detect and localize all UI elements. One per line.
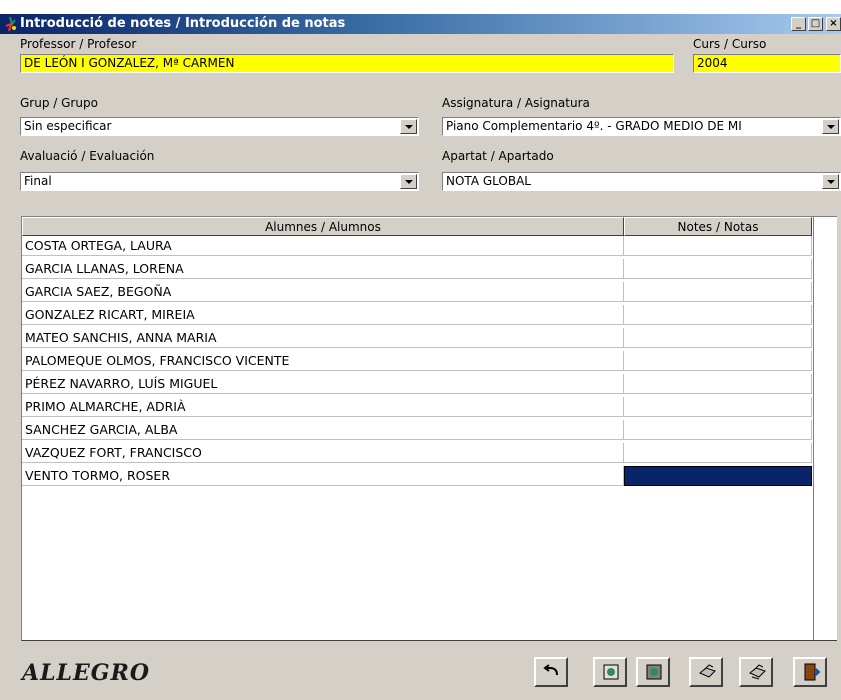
note-cell[interactable]	[624, 420, 812, 440]
note-cell[interactable]	[624, 328, 812, 348]
notes-window: Introducció de notes / Introducción de n…	[0, 0, 841, 700]
minimize-icon: _	[796, 18, 801, 29]
student-name-cell[interactable]: PÉREZ NAVARRO, LUÍS MIGUEL	[22, 374, 624, 394]
note-cell[interactable]	[624, 443, 812, 463]
note-cell[interactable]	[624, 305, 812, 325]
grid-header: Alumnes / Alumnos Notes / Notas	[22, 217, 812, 236]
save-green-icon	[603, 664, 619, 680]
column-header-notes[interactable]: Notes / Notas	[624, 217, 812, 236]
avaluacio-label: Avaluació / Evaluación	[20, 149, 155, 163]
apartat-select[interactable]: NOTA GLOBAL	[442, 172, 841, 191]
grup-select[interactable]: Sin especificar	[20, 117, 419, 136]
table-row[interactable]: COSTA ORTEGA, LAURA	[22, 236, 812, 256]
professor-label: Professor / Profesor	[20, 37, 137, 51]
grup-dropdown-button[interactable]	[400, 119, 417, 134]
assignatura-value: Piano Complementario 4º. - GRADO MEDIO D…	[446, 119, 742, 133]
students-grid[interactable]: Alumnes / Alumnos Notes / Notas COSTA OR…	[21, 216, 837, 641]
save-grey-icon	[646, 664, 662, 680]
table-row[interactable]: MATEO SANCHIS, ANNA MARIA	[22, 328, 812, 348]
maximize-icon: □	[810, 18, 821, 29]
note-cell[interactable]	[624, 374, 812, 394]
chevron-down-icon	[827, 180, 835, 184]
grup-label: Grup / Grupo	[20, 96, 98, 110]
minimize-button[interactable]: _	[791, 17, 806, 31]
note-cell[interactable]	[624, 351, 812, 371]
avaluacio-select[interactable]: Final	[20, 172, 419, 191]
table-row[interactable]: VENTO TORMO, ROSER	[22, 466, 812, 486]
professor-value: DE LEÓN I GONZALEZ, Mª CARMEN	[24, 56, 235, 70]
table-row[interactable]: GONZALEZ RICART, MIREIA	[22, 305, 812, 325]
table-row[interactable]: GARCIA SAEZ, BEGOÑA	[22, 282, 812, 302]
assignatura-label: Assignatura / Asignatura	[442, 96, 590, 110]
chevron-down-icon	[405, 180, 413, 184]
apartat-dropdown-button[interactable]	[822, 174, 839, 189]
print-icon	[699, 664, 716, 678]
exit-door-icon	[804, 663, 821, 681]
student-name-cell[interactable]: GARCIA LLANAS, LORENA	[22, 259, 624, 279]
save-grey-button[interactable]	[636, 657, 670, 687]
logo-text: ALLEGRO	[22, 660, 151, 686]
close-icon: ×	[829, 18, 838, 29]
assignatura-dropdown-button[interactable]	[822, 119, 839, 134]
avaluacio-dropdown-button[interactable]	[400, 174, 417, 189]
exit-button[interactable]	[793, 657, 827, 687]
note-cell[interactable]	[624, 282, 812, 302]
student-name-cell[interactable]: GONZALEZ RICART, MIREIA	[22, 305, 624, 325]
avaluacio-value: Final	[24, 174, 52, 188]
top-strip	[0, 0, 841, 14]
table-row[interactable]: PALOMEQUE OLMOS, FRANCISCO VICENTE	[22, 351, 812, 371]
note-cell[interactable]	[624, 236, 812, 256]
table-row[interactable]: SANCHEZ GARCIA, ALBA	[22, 420, 812, 440]
save-green-button[interactable]	[593, 657, 627, 687]
print-all-button[interactable]	[739, 657, 773, 687]
professor-field[interactable]: DE LEÓN I GONZALEZ, Mª CARMEN	[20, 54, 674, 73]
student-name-cell[interactable]: GARCIA SAEZ, BEGOÑA	[22, 282, 624, 302]
undo-button[interactable]	[534, 657, 568, 687]
table-row[interactable]: PRIMO ALMARCHE, ADRIÀ	[22, 397, 812, 417]
curs-field[interactable]: 2004	[693, 54, 841, 73]
student-name-cell[interactable]: PALOMEQUE OLMOS, FRANCISCO VICENTE	[22, 351, 624, 371]
note-cell[interactable]	[624, 397, 812, 417]
student-name-cell[interactable]: MATEO SANCHIS, ANNA MARIA	[22, 328, 624, 348]
undo-icon	[543, 664, 558, 676]
curs-label: Curs / Curso	[693, 37, 767, 51]
student-name-cell[interactable]: COSTA ORTEGA, LAURA	[22, 236, 624, 256]
title-bar[interactable]: Introducció de notes / Introducción de n…	[0, 14, 841, 34]
apartat-label: Apartat / Apartado	[442, 149, 554, 163]
column-header-alumnes[interactable]: Alumnes / Alumnos	[22, 217, 624, 236]
chevron-down-icon	[827, 125, 835, 129]
table-row[interactable]: VAZQUEZ FORT, FRANCISCO	[22, 443, 812, 463]
note-cell[interactable]	[624, 466, 812, 486]
grup-value: Sin especificar	[24, 119, 112, 133]
close-button[interactable]: ×	[826, 17, 841, 31]
chevron-down-icon	[405, 125, 413, 129]
student-name-cell[interactable]: VAZQUEZ FORT, FRANCISCO	[22, 443, 624, 463]
note-cell[interactable]	[624, 259, 812, 279]
assignatura-select[interactable]: Piano Complementario 4º. - GRADO MEDIO D…	[442, 117, 841, 136]
table-row[interactable]: GARCIA LLANAS, LORENA	[22, 259, 812, 279]
curs-value: 2004	[697, 56, 728, 70]
grid-empty-area	[813, 217, 837, 640]
print-button[interactable]	[689, 657, 723, 687]
student-name-cell[interactable]: PRIMO ALMARCHE, ADRIÀ	[22, 397, 624, 417]
student-name-cell[interactable]: VENTO TORMO, ROSER	[22, 466, 624, 486]
maximize-button[interactable]: □	[808, 17, 823, 31]
app-icon	[5, 16, 16, 32]
window-title: Introducció de notes / Introducción de n…	[20, 16, 346, 31]
student-name-cell[interactable]: SANCHEZ GARCIA, ALBA	[22, 420, 624, 440]
print-all-icon	[749, 664, 766, 680]
table-row[interactable]: PÉREZ NAVARRO, LUÍS MIGUEL	[22, 374, 812, 394]
allegro-logo: ALLEGRO	[22, 660, 150, 686]
apartat-value: NOTA GLOBAL	[446, 174, 531, 188]
